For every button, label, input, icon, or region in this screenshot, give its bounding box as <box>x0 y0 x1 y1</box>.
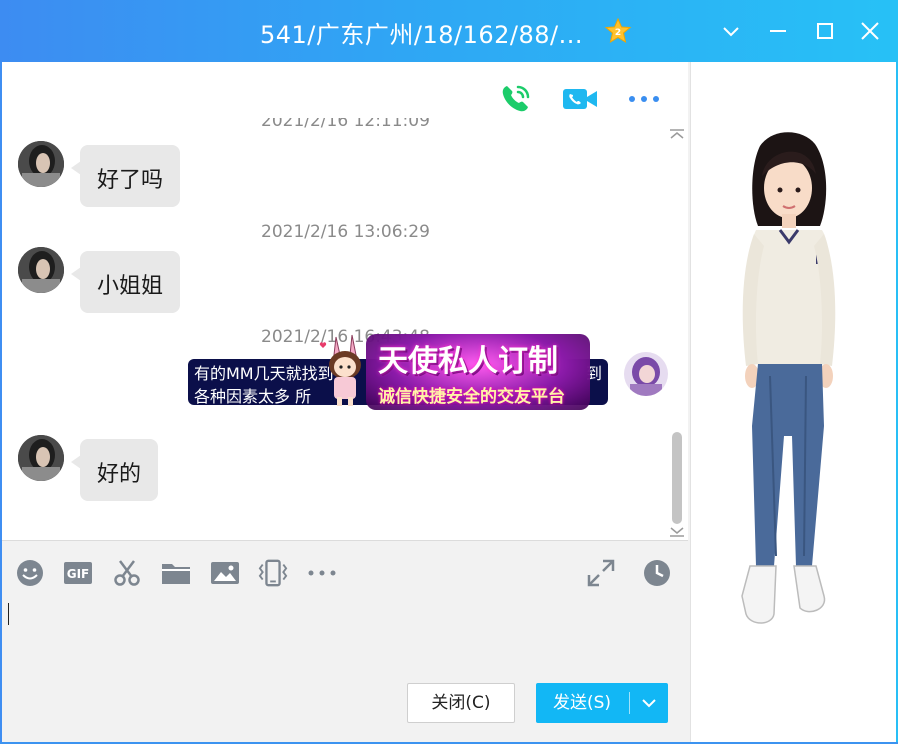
sticker-girl-icon <box>319 334 361 406</box>
show-avatar-figure-icon <box>741 132 836 624</box>
message-bubble[interactable]: 小姐姐 <box>70 251 181 313</box>
message-timestamp: 2021/2/16 13:06:29 <box>261 222 430 242</box>
minimize-icon[interactable] <box>765 18 791 44</box>
dropdown-chevron-icon[interactable] <box>718 18 744 44</box>
sticker-title: 天使私人订制 <box>378 344 558 379</box>
message-bubble[interactable]: 好的 <box>70 439 159 501</box>
screenshot-scissors-icon[interactable] <box>112 558 142 588</box>
avatar-photo-icon <box>18 141 64 187</box>
sticker-text-line2: 各种因素太多 所 <box>194 387 312 405</box>
close-button[interactable]: 关闭(C) <box>407 683 515 723</box>
svg-text:2: 2 <box>615 28 621 38</box>
vip-star-icon: 2 <box>604 17 632 44</box>
voice-call-icon[interactable] <box>498 82 534 116</box>
avatar-photo-icon <box>624 352 668 396</box>
message-timestamp: 2021/2/16 12:11:09 <box>261 118 430 131</box>
window-title: 541/广东广州/18/162/88/... <box>260 21 584 49</box>
avatar-photo-icon <box>18 247 64 293</box>
send-button-label: 发送(S) <box>552 693 612 713</box>
message-input[interactable] <box>2 594 688 674</box>
svg-text:GIF: GIF <box>67 567 90 581</box>
folder-icon[interactable] <box>161 558 191 588</box>
more-options-icon[interactable] <box>626 82 662 116</box>
scroll-down-icon[interactable] <box>668 526 686 538</box>
sticker-text-line1: 有的MM几天就找到 <box>194 364 334 383</box>
close-icon[interactable] <box>857 18 883 44</box>
history-clock-icon[interactable] <box>642 558 672 588</box>
sticker-subtitle: 诚信快捷安全的交友平台 <box>378 387 565 407</box>
scrollbar-thumb[interactable] <box>672 432 682 524</box>
contact-avatar[interactable] <box>18 247 64 293</box>
video-call-icon[interactable] <box>562 82 598 116</box>
contact-avatar[interactable] <box>18 435 64 481</box>
image-icon[interactable] <box>210 558 240 588</box>
title-bar[interactable]: 541/广东广州/18/162/88/... 2 <box>0 0 898 62</box>
send-options-chevron-icon[interactable] <box>630 683 668 723</box>
message-bubble[interactable]: 好了吗 <box>70 145 181 207</box>
expand-icon[interactable] <box>586 558 616 588</box>
send-button[interactable]: 发送(S) <box>536 683 668 723</box>
text-caret <box>8 603 9 625</box>
shake-window-icon[interactable] <box>258 558 288 588</box>
scroll-up-icon[interactable] <box>668 128 686 140</box>
toolbar-divider <box>2 540 688 541</box>
emoji-icon[interactable] <box>15 558 45 588</box>
gif-icon[interactable]: GIF <box>63 558 93 588</box>
more-tools-icon[interactable] <box>307 558 337 588</box>
self-avatar[interactable] <box>624 352 668 396</box>
maximize-icon[interactable] <box>812 18 838 44</box>
avatar-photo-icon <box>18 435 64 481</box>
contact-avatar[interactable] <box>18 141 64 187</box>
